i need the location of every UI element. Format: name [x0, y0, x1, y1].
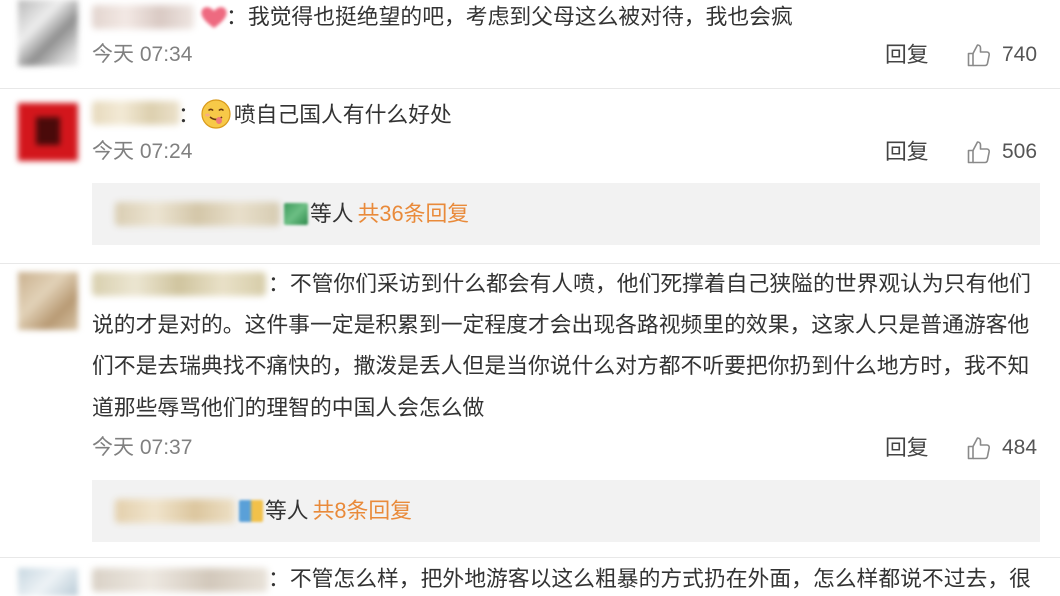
avatar[interactable]	[18, 272, 78, 330]
separator	[0, 557, 1060, 558]
comment-timestamp: 今天 07:34	[92, 43, 193, 66]
comment-line: ：不管怎么样，把外地游客以这么粗暴的方式扔在外面，怎么样都说不过去，很	[268, 566, 1031, 592]
username-colon: ：	[268, 566, 290, 591]
username-blurred[interactable]	[92, 568, 268, 592]
comment-timestamp: 今天 07:37	[92, 436, 193, 459]
comment-line: 道那些辱骂他们的理智的中国人会怎么做	[92, 395, 485, 420]
drooling-face-emoji-icon	[200, 98, 232, 130]
username-colon: ：	[268, 271, 290, 296]
username-blurred[interactable]	[92, 101, 180, 125]
user-badge-icon	[284, 203, 308, 225]
thumbs-up-icon[interactable]	[965, 41, 993, 69]
replier-names-blurred[interactable]	[115, 202, 280, 226]
comment-line: 说的才是对的。这件事一定是积累到一定程度才会出现各路视频里的效果，这家人只是普通…	[92, 312, 1030, 337]
reply-summary[interactable]: 等人 共36条回复	[92, 183, 1040, 245]
view-all-replies-link[interactable]: 共36条回复	[358, 201, 469, 227]
replier-names-blurred[interactable]	[115, 499, 235, 523]
username-blurred[interactable]	[92, 5, 194, 29]
view-all-replies-link[interactable]: 共8条回复	[313, 498, 412, 524]
username-colon: ：	[178, 101, 200, 127]
reply-summary-suffix: 等人	[265, 498, 309, 523]
separator	[0, 88, 1060, 89]
comment-timestamp: 今天 07:24	[92, 140, 193, 163]
reply-button[interactable]: 回复	[885, 139, 929, 165]
username-colon: ：	[226, 4, 248, 29]
thumbs-up-icon[interactable]	[965, 138, 993, 166]
comment-line: ：我觉得也挺绝望的吧，考虑到父母这么被对待，我也会疯	[226, 4, 793, 30]
comment-text: 我觉得也挺绝望的吧，考虑到父母这么被对待，我也会疯	[247, 4, 793, 29]
avatar[interactable]	[18, 103, 78, 161]
comment-text: 喷自己国人有什么好处	[233, 101, 452, 127]
like-count: 506	[1002, 140, 1038, 163]
comment-line: ： 喷自己国人有什么好处	[178, 98, 452, 132]
thumbs-up-icon[interactable]	[965, 434, 993, 462]
username-blurred[interactable]	[92, 272, 266, 296]
reply-summary-suffix: 等人	[310, 201, 354, 226]
reply-button[interactable]: 回复	[885, 435, 929, 461]
like-count: 484	[1002, 436, 1038, 459]
comment-line: 们不是去瑞典找不痛快的，撒泼是丢人但是当你说什么对方都不听要把你扔到什么地方时，…	[92, 353, 1030, 378]
user-badge-icon	[239, 500, 263, 522]
comment-line: ：不管你们采访到什么都会有人喷，他们死撑着自己狭隘的世界观认为只有他们	[268, 271, 1031, 297]
separator	[0, 263, 1060, 264]
avatar[interactable]	[18, 0, 78, 66]
like-count: 740	[1002, 43, 1038, 66]
reply-button[interactable]: 回复	[885, 42, 929, 68]
avatar[interactable]	[18, 568, 78, 596]
comment-text: 不管你们采访到什么都会有人喷，他们死撑着自己狭隘的世界观认为只有他们	[289, 271, 1031, 296]
comment-text: 不管怎么样，把外地游客以这么粗暴的方式扔在外面，怎么样都说不过去，很	[289, 566, 1031, 591]
reply-summary[interactable]: 等人 共8条回复	[92, 480, 1040, 542]
